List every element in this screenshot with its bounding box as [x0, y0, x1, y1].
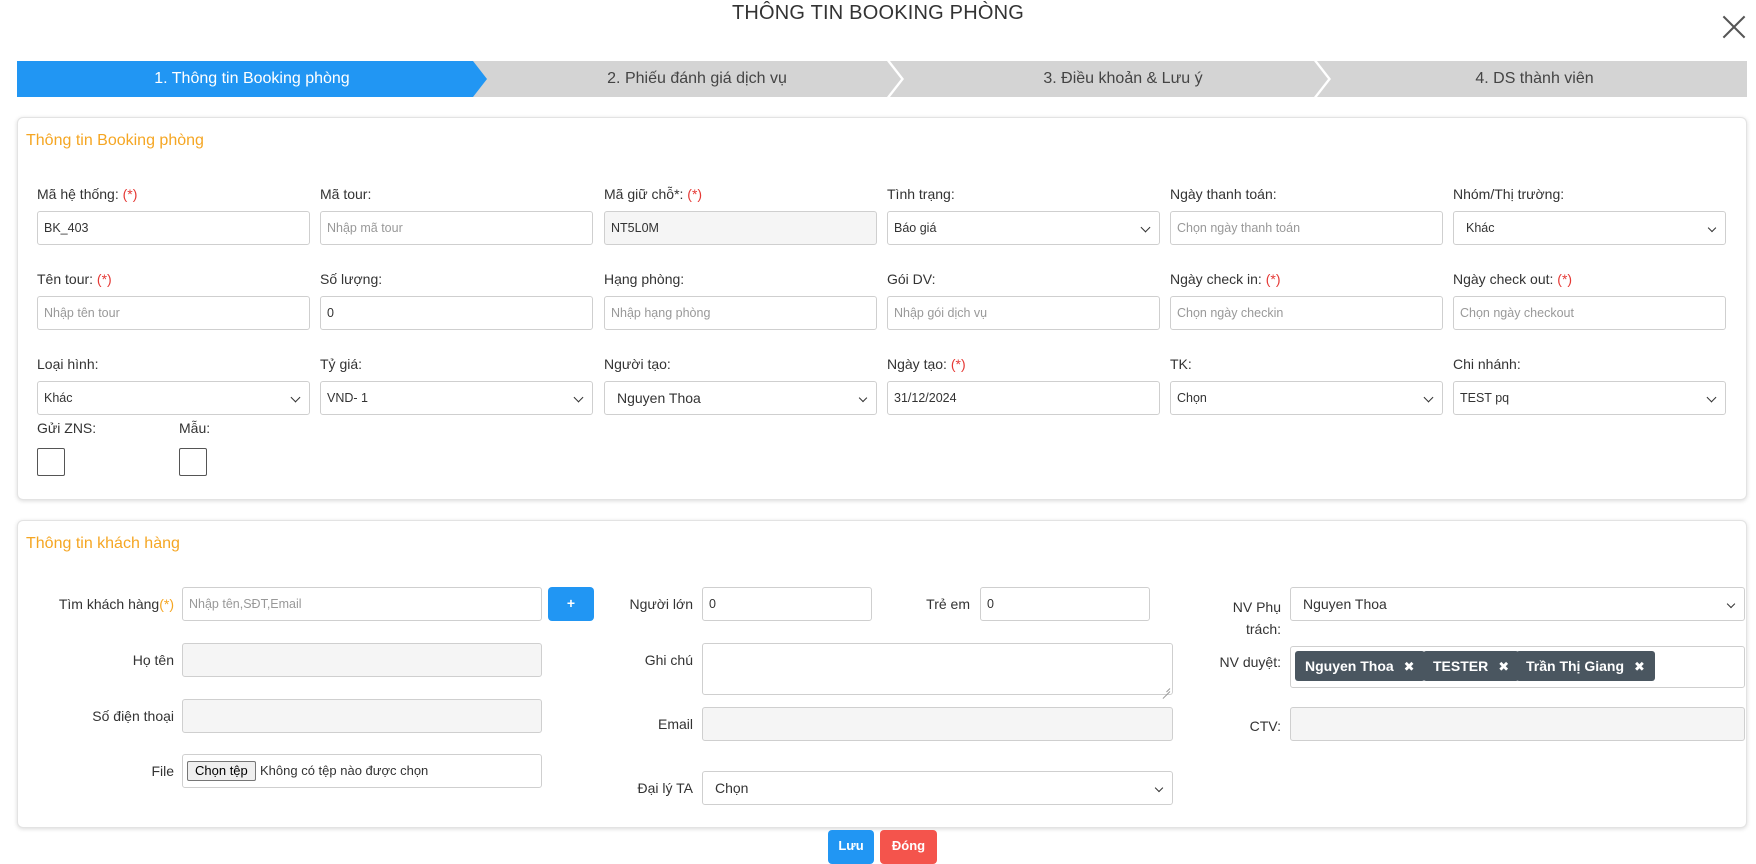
- remove-tag-icon[interactable]: ✖: [1404, 659, 1415, 674]
- close-icon[interactable]: [1721, 14, 1747, 40]
- so-luong-label: Số lượng:: [320, 271, 383, 287]
- so-dien-thoai-label: Số điện thoại: [92, 708, 174, 724]
- hang-phong-input[interactable]: Nhập hạng phòng: [604, 296, 877, 330]
- resize-handle-icon[interactable]: [1162, 684, 1170, 692]
- email-label: Email: [657, 716, 693, 732]
- loai-hinh-label: Loại hình:: [37, 356, 99, 372]
- step-3-terms-notes[interactable]: 3. Điều khoản & Lưu ý: [895, 61, 1351, 97]
- ma-tour-input[interactable]: Nhập mã tour: [320, 211, 593, 245]
- remove-tag-icon[interactable]: ✖: [1634, 659, 1645, 674]
- ngay-tao-input[interactable]: 31/12/2024: [887, 381, 1160, 415]
- ma-giu-cho-label: Mã giữ chỗ*: (*): [604, 186, 703, 202]
- mau-checkbox[interactable]: [179, 448, 207, 476]
- so-dien-thoai-input[interactable]: [182, 699, 542, 733]
- nv-duyet-label: NV duyệt:: [1219, 654, 1281, 670]
- step-2-service-evaluation[interactable]: 2. Phiếu đánh giá dịch vụ: [469, 61, 925, 97]
- booking-info-panel: Thông tin Booking phòng Mã hệ thống: (*)…: [17, 117, 1747, 500]
- ten-tour-label: Tên tour: (*): [37, 271, 112, 287]
- tre-em-input[interactable]: 0: [980, 587, 1150, 621]
- nguoi-lon-input[interactable]: 0: [702, 587, 872, 621]
- ho-ten-input[interactable]: [182, 643, 542, 677]
- ma-he-thong-input[interactable]: BK_403: [37, 211, 310, 245]
- choose-file-button[interactable]: Chọn tệp: [187, 761, 256, 781]
- save-button[interactable]: Lưu: [828, 830, 874, 864]
- modal-title: THÔNG TIN BOOKING PHÒNG: [731, 2, 1025, 24]
- nhom-thi-truong-label: Nhóm/Thị trường:: [1453, 186, 1565, 202]
- email-input[interactable]: [702, 707, 1173, 741]
- chi-nhanh-select[interactable]: TEST pq: [1453, 381, 1726, 415]
- ma-he-thong-label: Mã hệ thống: (*): [37, 186, 138, 202]
- nguoi-tao-select[interactable]: Nguyen Thoa: [604, 381, 877, 415]
- remove-tag-icon[interactable]: ✖: [1498, 659, 1509, 674]
- close-button[interactable]: Đóng: [880, 830, 937, 864]
- goi-dv-label: Gói DV:: [887, 271, 936, 287]
- so-luong-input[interactable]: 0: [320, 296, 593, 330]
- gui-zns-checkbox[interactable]: [37, 448, 65, 476]
- file-status-text: Không có tệp nào được chọn: [260, 763, 429, 778]
- ngay-check-out-label: Ngày check out: (*): [1453, 271, 1573, 287]
- nv-duyet-multiselect[interactable]: Nguyen Thoa ✖ TESTER ✖ Trần Thị Giang ✖: [1290, 646, 1745, 688]
- nv-phu-trach-label: NV Phụ trách:: [1232, 599, 1281, 637]
- booking-section-title: Thông tin Booking phòng: [26, 132, 204, 149]
- chi-nhanh-label: Chi nhánh:: [1453, 356, 1521, 372]
- mau-label: Mẫu:: [179, 420, 211, 436]
- goi-dv-input[interactable]: Nhập gói dịch vụ: [887, 296, 1160, 330]
- ghi-chu-label: Ghi chú: [644, 652, 693, 668]
- step-wizard: 1. Thông tin Booking phòng 2. Phiếu đánh…: [17, 61, 1747, 97]
- ten-tour-input[interactable]: Nhập tên tour: [37, 296, 310, 330]
- ctv-label: CTV:: [1249, 718, 1281, 734]
- ngay-tao-label: Ngày tạo: (*): [887, 356, 966, 372]
- customer-section-title: Thông tin khách hàng: [26, 535, 180, 552]
- nv-duyet-tag: TESTER ✖: [1423, 651, 1520, 681]
- nv-phu-trach-select[interactable]: Nguyen Thoa: [1290, 587, 1745, 621]
- ngay-check-in-input[interactable]: Chọn ngày checkin: [1170, 296, 1443, 330]
- ma-giu-cho-input[interactable]: NT5L0M: [604, 211, 877, 245]
- loai-hinh-select[interactable]: Khác: [37, 381, 310, 415]
- gui-zns-label: Gửi ZNS:: [37, 420, 97, 436]
- step-4-member-list[interactable]: 4. DS thành viên: [1322, 61, 1747, 97]
- ngay-check-out-input[interactable]: Chọn ngày checkout: [1453, 296, 1726, 330]
- customer-info-panel: Thông tin khách hàng Tìm khách hàng(*) N…: [17, 520, 1747, 828]
- ngay-check-in-label: Ngày check in: (*): [1170, 271, 1281, 287]
- tre-em-label: Trẻ em: [926, 596, 970, 612]
- nv-duyet-tag: Trần Thị Giang ✖: [1516, 651, 1655, 681]
- nhom-thi-truong-select[interactable]: Khác: [1453, 211, 1726, 245]
- tim-khach-hang-input[interactable]: Nhập tên,SĐT,Email: [182, 587, 542, 621]
- tim-khach-hang-label: Tìm khách hàng(*): [58, 596, 174, 612]
- nguoi-lon-label: Người lớn: [629, 596, 693, 612]
- tinh-trang-select[interactable]: Báo giá: [887, 211, 1160, 245]
- dai-ly-ta-label: Đại lý TA: [637, 780, 694, 796]
- tinh-trang-label: Tình trạng:: [887, 186, 955, 202]
- ty-gia-label: Tỷ giá:: [320, 356, 363, 372]
- ty-gia-select[interactable]: VND- 1: [320, 381, 593, 415]
- ma-tour-label: Mã tour:: [320, 186, 372, 202]
- file-input[interactable]: Chọn tệp Không có tệp nào được chọn: [182, 754, 542, 788]
- hang-phong-label: Hạng phòng:: [604, 271, 685, 287]
- file-label: File: [151, 763, 174, 779]
- ngay-thanh-toan-input[interactable]: Chọn ngày thanh toán: [1170, 211, 1443, 245]
- dai-ly-ta-select[interactable]: Chọn: [702, 771, 1173, 805]
- ho-ten-label: Họ tên: [132, 652, 174, 668]
- ngay-thanh-toan-label: Ngày thanh toán:: [1170, 186, 1277, 202]
- nguoi-tao-label: Người tạo:: [604, 356, 671, 372]
- nv-duyet-tag: Nguyen Thoa ✖: [1295, 651, 1425, 681]
- tk-label: TK:: [1170, 356, 1192, 372]
- ctv-input[interactable]: [1290, 707, 1745, 741]
- ghi-chu-textarea[interactable]: [702, 643, 1173, 695]
- step-1-booking-info[interactable]: 1. Thông tin Booking phòng: [17, 61, 487, 97]
- tk-select[interactable]: Chọn: [1170, 381, 1443, 415]
